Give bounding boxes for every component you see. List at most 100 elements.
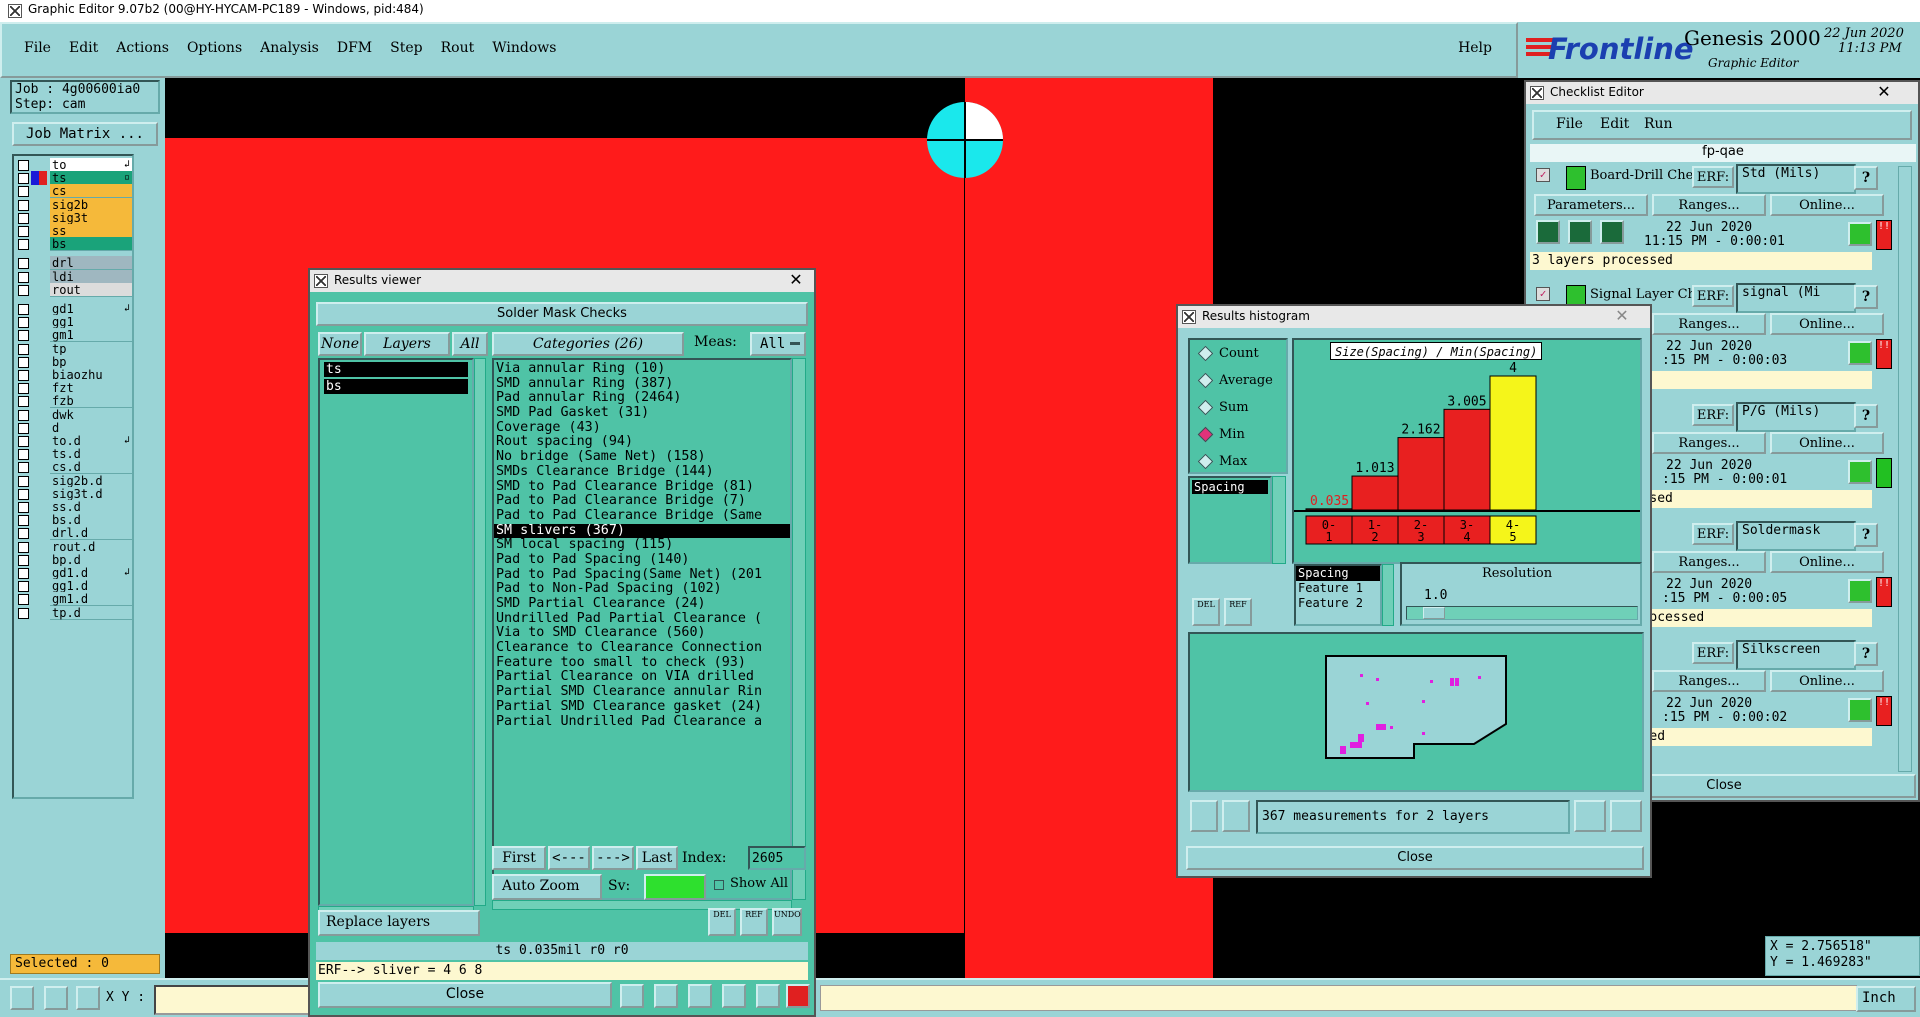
- measure-icon[interactable]: [10, 986, 34, 1010]
- menu-edit[interactable]: Edit: [69, 40, 98, 56]
- feature-item[interactable]: Spacing: [1296, 566, 1380, 581]
- show-all-checkbox[interactable]: [714, 880, 724, 890]
- category-item[interactable]: Via annular Ring (10): [494, 361, 790, 377]
- category-item[interactable]: No bridge (Same Net) (158): [494, 449, 790, 465]
- feature-list[interactable]: Spacing Feature 1 Feature 2: [1294, 564, 1382, 626]
- replace-layers-dropdown[interactable]: Replace layers: [318, 910, 480, 936]
- last-button[interactable]: Last: [636, 846, 678, 870]
- layer-checkbox[interactable]: [18, 330, 29, 342]
- category-item[interactable]: SM slivers (367): [494, 523, 790, 539]
- feature-item[interactable]: Feature 1: [1296, 581, 1380, 596]
- item-name[interactable]: Signal Layer Ch: [1590, 287, 1692, 302]
- grid-icon[interactable]: [76, 986, 100, 1010]
- help-icon[interactable]: ?: [1854, 642, 1878, 666]
- resolution-slider[interactable]: [1406, 606, 1638, 620]
- layer-checkbox[interactable]: [18, 502, 29, 513]
- zoom-icon[interactable]: [1848, 222, 1872, 246]
- item-check-icon[interactable]: ✓: [1536, 168, 1550, 182]
- layer-checkbox[interactable]: [18, 568, 29, 579]
- menu-windows[interactable]: Windows: [492, 40, 556, 56]
- category-item[interactable]: Coverage (43): [494, 420, 790, 436]
- category-item[interactable]: SMD Partial Clearance (24): [494, 596, 790, 612]
- help-menu[interactable]: Help: [1458, 40, 1492, 56]
- layers-toggle-button[interactable]: Layers: [364, 332, 450, 356]
- ranges-button[interactable]: Ranges...: [1652, 551, 1766, 573]
- hist-action-icon-1[interactable]: [1574, 800, 1606, 832]
- layer-checkbox[interactable]: [18, 239, 29, 251]
- result-layer-item[interactable]: ts: [324, 362, 468, 377]
- measure-list-scroll[interactable]: [1272, 476, 1286, 564]
- measure-list[interactable]: Spacing: [1188, 476, 1272, 564]
- toolbar-icon-2[interactable]: [654, 984, 678, 1008]
- radio-min[interactable]: Min: [1197, 425, 1280, 445]
- layer-row-tp.d[interactable]: tp.d: [14, 605, 132, 621]
- zoom-icon[interactable]: [1848, 579, 1872, 603]
- layers-none-button[interactable]: None: [318, 332, 362, 356]
- menu-step[interactable]: Step: [390, 40, 422, 56]
- help-icon[interactable]: ?: [1854, 404, 1878, 428]
- layer-list-scrollbar[interactable]: [474, 358, 486, 906]
- layer-checkbox[interactable]: [18, 160, 29, 171]
- radio-count[interactable]: Count: [1197, 344, 1280, 364]
- layer-checkbox[interactable]: [18, 436, 29, 447]
- category-item[interactable]: Feature too small to check (93): [494, 655, 790, 671]
- preview-ref-button[interactable]: [1222, 800, 1250, 832]
- job-matrix-button[interactable]: Job Matrix ...: [12, 122, 158, 146]
- hist-ref-button[interactable]: REF: [1224, 598, 1252, 626]
- layer-checkbox[interactable]: [18, 528, 29, 540]
- category-item[interactable]: Pad to Pad Spacing (140): [494, 552, 790, 568]
- menu-actions[interactable]: Actions: [116, 40, 169, 56]
- category-item[interactable]: SMDs Clearance Bridge (144): [494, 464, 790, 480]
- hist-del-button[interactable]: DEL: [1192, 598, 1220, 626]
- edit-icon[interactable]: [44, 986, 68, 1010]
- online-button[interactable]: Online...: [1770, 670, 1884, 692]
- layer-checkbox[interactable]: [18, 515, 29, 527]
- checklist-menu-run[interactable]: Run: [1644, 116, 1673, 132]
- layer-checkbox[interactable]: [18, 409, 29, 421]
- layer-checkbox[interactable]: [18, 284, 29, 296]
- checklist-menu-edit[interactable]: Edit: [1600, 116, 1629, 132]
- online-button[interactable]: Online...: [1770, 432, 1884, 454]
- checklist-scrollbar[interactable]: [1898, 166, 1912, 772]
- category-item[interactable]: SMD Pad Gasket (31): [494, 405, 790, 421]
- layer-row-rout[interactable]: rout: [14, 282, 132, 298]
- close-icon[interactable]: ✕: [1872, 82, 1896, 102]
- layer-checkbox[interactable]: [18, 462, 29, 474]
- category-item[interactable]: Rout spacing (94): [494, 435, 790, 450]
- first-button[interactable]: First: [492, 846, 546, 870]
- category-item[interactable]: Partial SMD Clearance gasket (24): [494, 699, 790, 715]
- layer-row-bs[interactable]: bs: [14, 237, 132, 252]
- layer-checkbox[interactable]: [18, 212, 29, 224]
- units-dropdown[interactable]: Inch: [1856, 986, 1916, 1012]
- online-button[interactable]: Online...: [1770, 194, 1884, 216]
- close-icon[interactable]: ✕: [784, 270, 808, 290]
- item-erf-value[interactable]: signal (Mi: [1736, 283, 1856, 313]
- menu-dfm[interactable]: DFM: [337, 40, 372, 56]
- item-check-icon[interactable]: ✓: [1536, 287, 1550, 301]
- menu-file[interactable]: File: [24, 40, 51, 56]
- measure-list-item[interactable]: Spacing: [1192, 480, 1268, 494]
- zoom-icon[interactable]: [1848, 698, 1872, 722]
- ranges-button[interactable]: Ranges...: [1652, 194, 1766, 216]
- layer-checkbox[interactable]: [18, 607, 29, 619]
- feature-scroll[interactable]: [1382, 564, 1394, 626]
- sv-dropdown[interactable]: [644, 874, 706, 900]
- layer-checkbox[interactable]: [18, 541, 29, 553]
- help-icon[interactable]: ?: [1854, 166, 1878, 190]
- parameters-button[interactable]: Parameters...: [1534, 194, 1648, 216]
- layer-checkbox[interactable]: [18, 581, 29, 593]
- categories-button[interactable]: Categories (26): [492, 332, 684, 356]
- category-item[interactable]: Undrilled Pad Partial Clearance (: [494, 611, 790, 627]
- toolbar-icon-1[interactable]: [620, 984, 644, 1008]
- menu-options[interactable]: Options: [187, 40, 242, 56]
- menu-rout[interactable]: Rout: [441, 40, 475, 56]
- layer-checkbox[interactable]: [18, 356, 29, 368]
- auto-zoom-dropdown[interactable]: Auto Zoom: [492, 874, 602, 900]
- toolbar-icon-5[interactable]: [756, 984, 780, 1008]
- layer-checkbox[interactable]: [18, 475, 29, 487]
- online-button[interactable]: Online...: [1770, 313, 1884, 335]
- category-item[interactable]: Pad to Pad Clearance Bridge (7): [494, 493, 790, 509]
- layer-checkbox[interactable]: [18, 226, 29, 237]
- layer-checkbox[interactable]: [18, 594, 29, 606]
- chart-icon[interactable]: [786, 984, 810, 1008]
